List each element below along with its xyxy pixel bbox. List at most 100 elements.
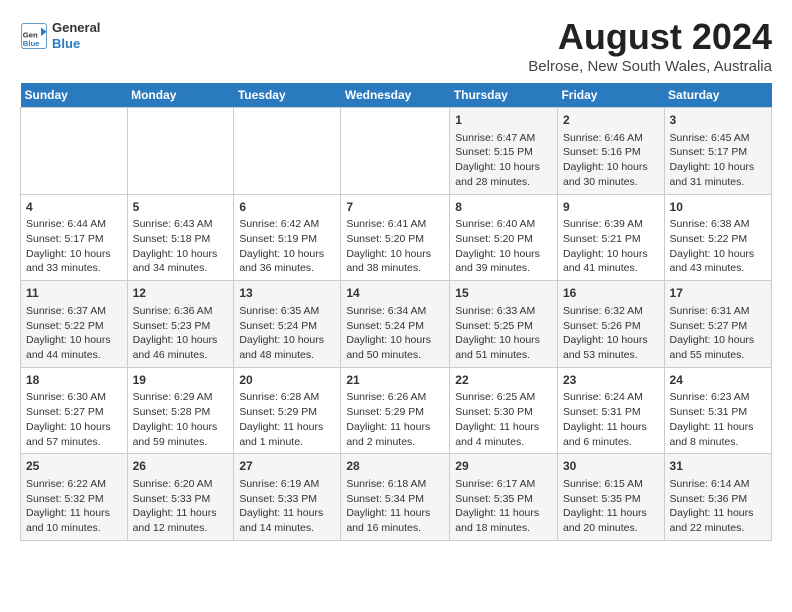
calendar-cell: 12 Sunrise: 6:36 AM Sunset: 5:23 PM Dayli… [127, 281, 234, 368]
day-info: Sunrise: 6:22 AM Sunset: 5:32 PM Dayligh… [26, 477, 122, 536]
day-info: Sunrise: 6:33 AM Sunset: 5:25 PM Dayligh… [455, 304, 552, 363]
day-info: Sunrise: 6:47 AM Sunset: 5:15 PM Dayligh… [455, 131, 552, 190]
day-info: Sunrise: 6:31 AM Sunset: 5:27 PM Dayligh… [670, 304, 766, 363]
day-info: Sunrise: 6:41 AM Sunset: 5:20 PM Dayligh… [346, 217, 444, 276]
calendar-cell: 14 Sunrise: 6:34 AM Sunset: 5:24 PM Dayli… [341, 281, 450, 368]
day-info: Sunrise: 6:36 AM Sunset: 5:23 PM Dayligh… [133, 304, 229, 363]
day-number: 6 [239, 199, 335, 216]
column-header-wednesday: Wednesday [341, 83, 450, 108]
day-number: 16 [563, 285, 659, 302]
calendar-week-row: 4Sunrise: 6:44 AM Sunset: 5:17 PM Daylig… [21, 194, 772, 281]
calendar-cell: 26Sunrise: 6:20 AM Sunset: 5:33 PM Dayli… [127, 454, 234, 541]
calendar-cell: 19Sunrise: 6:29 AM Sunset: 5:28 PM Dayli… [127, 367, 234, 454]
calendar-cell: 8Sunrise: 6:40 AM Sunset: 5:20 PM Daylig… [450, 194, 558, 281]
day-number: 25 [26, 458, 122, 475]
day-info: Sunrise: 6:18 AM Sunset: 5:34 PM Dayligh… [346, 477, 444, 536]
calendar-cell: 21Sunrise: 6:26 AM Sunset: 5:29 PM Dayli… [341, 367, 450, 454]
calendar-cell: 11 Sunrise: 6:37 AM Sunset: 5:22 PM Dayli… [21, 281, 128, 368]
calendar-table: SundayMondayTuesdayWednesdayThursdayFrid… [20, 83, 772, 541]
column-header-friday: Friday [557, 83, 664, 108]
page-header: Gen Blue General Blue August 2024 Belros… [20, 16, 772, 75]
calendar-cell: 7Sunrise: 6:41 AM Sunset: 5:20 PM Daylig… [341, 194, 450, 281]
calendar-cell: 22Sunrise: 6:25 AM Sunset: 5:30 PM Dayli… [450, 367, 558, 454]
day-info: Sunrise: 6:17 AM Sunset: 5:35 PM Dayligh… [455, 477, 552, 536]
day-number: 2 [563, 112, 659, 129]
day-number: 14 [346, 285, 444, 302]
day-info: Sunrise: 6:14 AM Sunset: 5:36 PM Dayligh… [670, 477, 766, 536]
calendar-cell: 24Sunrise: 6:23 AM Sunset: 5:31 PM Dayli… [664, 367, 771, 454]
calendar-cell: 17 Sunrise: 6:31 AM Sunset: 5:27 PM Dayli… [664, 281, 771, 368]
svg-text:Gen: Gen [23, 30, 38, 39]
column-header-thursday: Thursday [450, 83, 558, 108]
calendar-cell: 25 Sunrise: 6:22 AM Sunset: 5:32 PM Dayli… [21, 454, 128, 541]
day-info: Sunrise: 6:42 AM Sunset: 5:19 PM Dayligh… [239, 217, 335, 276]
calendar-week-row: 25 Sunrise: 6:22 AM Sunset: 5:32 PM Dayli… [21, 454, 772, 541]
logo-text: General Blue [52, 20, 100, 51]
title-block: August 2024 Belrose, New South Wales, Au… [528, 16, 772, 75]
day-number: 17 [670, 285, 766, 302]
day-number: 12 [133, 285, 229, 302]
logo-icon: Gen Blue [20, 22, 48, 50]
day-number: 15 [455, 285, 552, 302]
calendar-header-row: SundayMondayTuesdayWednesdayThursdayFrid… [21, 83, 772, 108]
calendar-cell: 20Sunrise: 6:28 AM Sunset: 5:29 PM Dayli… [234, 367, 341, 454]
calendar-cell: 5Sunrise: 6:43 AM Sunset: 5:18 PM Daylig… [127, 194, 234, 281]
calendar-cell: 1Sunrise: 6:47 AM Sunset: 5:15 PM Daylig… [450, 108, 558, 195]
calendar-cell: 6Sunrise: 6:42 AM Sunset: 5:19 PM Daylig… [234, 194, 341, 281]
day-info: Sunrise: 6:38 AM Sunset: 5:22 PM Dayligh… [670, 217, 766, 276]
svg-text:Blue: Blue [23, 38, 40, 47]
day-number: 31 [670, 458, 766, 475]
day-number: 3 [670, 112, 766, 129]
calendar-cell [21, 108, 128, 195]
calendar-cell: 23Sunrise: 6:24 AM Sunset: 5:31 PM Dayli… [557, 367, 664, 454]
day-number: 5 [133, 199, 229, 216]
logo-blue: Blue [52, 36, 100, 52]
day-info: Sunrise: 6:45 AM Sunset: 5:17 PM Dayligh… [670, 131, 766, 190]
column-header-sunday: Sunday [21, 83, 128, 108]
day-number: 10 [670, 199, 766, 216]
calendar-week-row: 18Sunrise: 6:30 AM Sunset: 5:27 PM Dayli… [21, 367, 772, 454]
day-number: 8 [455, 199, 552, 216]
calendar-cell: 13 Sunrise: 6:35 AM Sunset: 5:24 PM Dayli… [234, 281, 341, 368]
day-info: Sunrise: 6:30 AM Sunset: 5:27 PM Dayligh… [26, 390, 122, 449]
day-number: 19 [133, 372, 229, 389]
calendar-cell: 29Sunrise: 6:17 AM Sunset: 5:35 PM Dayli… [450, 454, 558, 541]
calendar-cell: 9Sunrise: 6:39 AM Sunset: 5:21 PM Daylig… [557, 194, 664, 281]
column-header-tuesday: Tuesday [234, 83, 341, 108]
day-number: 30 [563, 458, 659, 475]
calendar-cell: 4Sunrise: 6:44 AM Sunset: 5:17 PM Daylig… [21, 194, 128, 281]
day-info: Sunrise: 6:25 AM Sunset: 5:30 PM Dayligh… [455, 390, 552, 449]
day-number: 7 [346, 199, 444, 216]
day-number: 13 [239, 285, 335, 302]
calendar-week-row: 11 Sunrise: 6:37 AM Sunset: 5:22 PM Dayli… [21, 281, 772, 368]
day-info: Sunrise: 6:32 AM Sunset: 5:26 PM Dayligh… [563, 304, 659, 363]
calendar-cell: 10Sunrise: 6:38 AM Sunset: 5:22 PM Dayli… [664, 194, 771, 281]
calendar-cell: 28Sunrise: 6:18 AM Sunset: 5:34 PM Dayli… [341, 454, 450, 541]
calendar-cell: 3 Sunrise: 6:45 AM Sunset: 5:17 PM Daylig… [664, 108, 771, 195]
column-header-saturday: Saturday [664, 83, 771, 108]
calendar-cell: 2Sunrise: 6:46 AM Sunset: 5:16 PM Daylig… [557, 108, 664, 195]
calendar-cell: 27Sunrise: 6:19 AM Sunset: 5:33 PM Dayli… [234, 454, 341, 541]
day-number: 26 [133, 458, 229, 475]
day-info: Sunrise: 6:37 AM Sunset: 5:22 PM Dayligh… [26, 304, 122, 363]
calendar-cell: 31 Sunrise: 6:14 AM Sunset: 5:36 PM Dayli… [664, 454, 771, 541]
column-header-monday: Monday [127, 83, 234, 108]
calendar-cell: 16 Sunrise: 6:32 AM Sunset: 5:26 PM Dayli… [557, 281, 664, 368]
day-info: Sunrise: 6:35 AM Sunset: 5:24 PM Dayligh… [239, 304, 335, 363]
calendar-week-row: 1Sunrise: 6:47 AM Sunset: 5:15 PM Daylig… [21, 108, 772, 195]
logo-general: General [52, 20, 100, 36]
day-info: Sunrise: 6:24 AM Sunset: 5:31 PM Dayligh… [563, 390, 659, 449]
day-number: 11 [26, 285, 122, 302]
day-info: Sunrise: 6:28 AM Sunset: 5:29 PM Dayligh… [239, 390, 335, 449]
day-number: 9 [563, 199, 659, 216]
day-info: Sunrise: 6:40 AM Sunset: 5:20 PM Dayligh… [455, 217, 552, 276]
day-info: Sunrise: 6:43 AM Sunset: 5:18 PM Dayligh… [133, 217, 229, 276]
day-info: Sunrise: 6:26 AM Sunset: 5:29 PM Dayligh… [346, 390, 444, 449]
day-info: Sunrise: 6:34 AM Sunset: 5:24 PM Dayligh… [346, 304, 444, 363]
day-info: Sunrise: 6:44 AM Sunset: 5:17 PM Dayligh… [26, 217, 122, 276]
calendar-cell [127, 108, 234, 195]
day-number: 18 [26, 372, 122, 389]
calendar-cell: 15 Sunrise: 6:33 AM Sunset: 5:25 PM Dayli… [450, 281, 558, 368]
day-info: Sunrise: 6:23 AM Sunset: 5:31 PM Dayligh… [670, 390, 766, 449]
calendar-cell [341, 108, 450, 195]
